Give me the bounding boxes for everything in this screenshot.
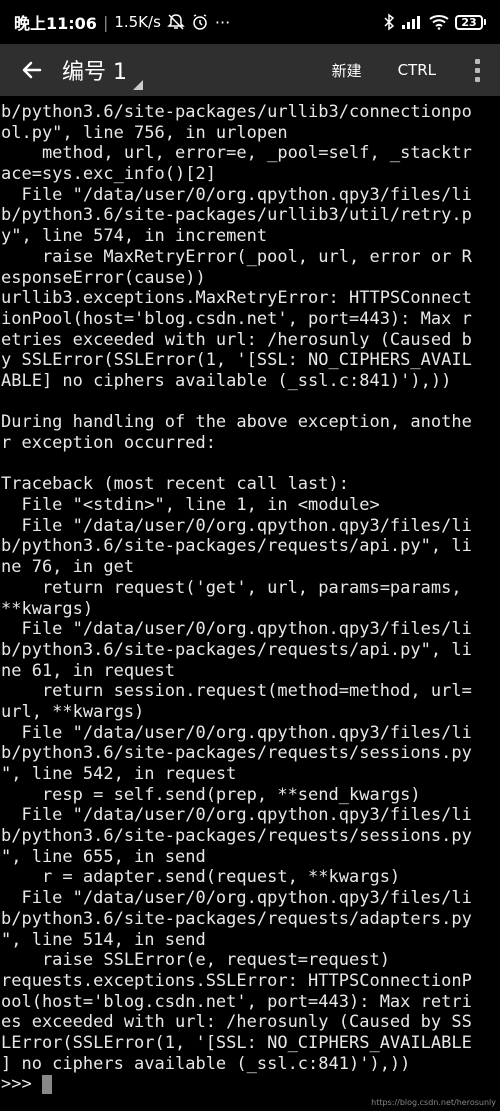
terminal-line: urllib3.exceptions.MaxRetryError: HTTPSC… (1, 288, 472, 309)
terminal-line: return session.request(method=method, ur… (1, 681, 472, 702)
more-notifications-icon: ··· (214, 12, 231, 32)
terminal-line: b/python3.6/site-packages/requests/api.p… (1, 536, 472, 557)
terminal-line: method, url, error=e, _pool=self, _stack… (1, 143, 472, 164)
terminal-line: b/python3.6/site-packages/requests/adapt… (1, 908, 472, 929)
terminal-line: url, **kwargs) (1, 701, 145, 722)
network-speed: 1.5K/s (114, 13, 161, 31)
toolbar-actions: 新建 CTRL (314, 44, 500, 96)
bluetooth-icon (383, 13, 395, 31)
terminal-line: File "/data/user/0/org.qpython.qpy3/file… (1, 184, 472, 205)
terminal-line: ", line 655, in send (1, 846, 206, 867)
status-bar: 晚上11:06 | 1.5K/s ··· 23 (0, 0, 500, 44)
ctrl-button[interactable]: CTRL (380, 44, 454, 96)
terminal-prompt-line[interactable]: >>> (1, 1074, 500, 1095)
terminal-line: b/python3.6/site-packages/urllib3/util/r… (1, 205, 472, 226)
alarm-icon (191, 13, 209, 31)
terminal-line: ", line 514, in send (1, 929, 206, 950)
arrow-left-icon (22, 61, 42, 79)
terminal-line: resp = self.send(prep, **send_kwargs) (1, 784, 421, 805)
terminal-line: File "<stdin>", line 1, in <module> (1, 495, 380, 516)
terminal-line: ace=sys.exc_info()[2] (1, 164, 216, 185)
terminal-line: ", line 542, in request (1, 764, 237, 784)
back-button[interactable] (6, 44, 58, 96)
status-bar-right: 23 (383, 13, 486, 31)
session-title-label: 编号 1 (62, 60, 127, 85)
terminal-line: requests.exceptions.SSLError: HTTPSConne… (1, 970, 472, 991)
terminal-line: File "/data/user/0/org.qpython.qpy3/file… (1, 888, 472, 909)
terminal-line: ionPool(host='blog.csdn.net', port=443):… (1, 308, 472, 329)
terminal-line: File "/data/user/0/org.qpython.qpy3/file… (1, 722, 472, 743)
terminal-line: File "/data/user/0/org.qpython.qpy3/file… (1, 515, 472, 536)
terminal-line: r exception occurred: (1, 433, 216, 453)
terminal-line: File "/data/user/0/org.qpython.qpy3/file… (1, 619, 472, 640)
terminal-line: return request('get', url, params=params… (1, 577, 462, 598)
terminal-line: ] no ciphers available (_ssl.c:841)'),)) (1, 1053, 411, 1074)
wifi-icon (429, 14, 449, 30)
terminal-line: raise MaxRetryError(_pool, url, error or… (1, 246, 472, 267)
mute-icon (167, 13, 185, 31)
terminal-line: raise SSLError(e, request=request) (1, 950, 390, 971)
clock: 晚上11:06 (14, 14, 97, 33)
status-bar-left: 晚上11:06 | 1.5K/s ··· (14, 10, 230, 34)
overflow-menu-button[interactable] (454, 44, 500, 96)
terminal-line: y SSLError(SSLError(1, '[SSL: NO_CIPHERS… (1, 350, 472, 371)
terminal-line: File "/data/user/0/org.qpython.qpy3/file… (1, 805, 472, 826)
terminal-line: ne 61, in request (1, 660, 175, 681)
battery-icon: 23 (455, 14, 486, 30)
dropdown-corner-icon (133, 80, 143, 90)
terminal-line: Traceback (most recent call last): (1, 474, 349, 495)
terminal-line: b/python3.6/site-packages/requests/sessi… (1, 826, 472, 847)
terminal-line: b/python3.6/site-packages/urllib3/connec… (1, 102, 472, 122)
terminal-line: b/python3.6/site-packages/requests/sessi… (1, 743, 472, 764)
battery-level: 23 (455, 14, 483, 30)
terminal-prompt: >>> (1, 1074, 42, 1095)
terminal-line: es exceeded with url: /herosunly (Caused… (1, 1012, 472, 1033)
more-vert-icon (474, 58, 480, 82)
terminal-line: b/python3.6/site-packages/requests/api.p… (1, 639, 472, 660)
terminal-line: ABLE] no ciphers available (_ssl.c:841)'… (1, 370, 452, 391)
watermark: https://blog.csdn.net/herosunly (371, 1098, 496, 1107)
terminal-line: y", line 574, in increment (1, 226, 268, 247)
terminal-line: ol.py", line 756, in urlopen (1, 122, 288, 143)
terminal-output[interactable]: b/python3.6/site-packages/urllib3/connec… (0, 102, 500, 1111)
terminal-line: ool(host='blog.csdn.net', port=443): Max… (1, 991, 472, 1012)
app-toolbar: 编号 1 新建 CTRL (0, 44, 500, 96)
terminal-line: esponseError(cause)) (1, 267, 206, 288)
session-title[interactable]: 编号 1 (62, 54, 143, 90)
text-cursor (41, 1075, 52, 1095)
terminal-line: LError(SSLError(1, '[SSL: NO_CIPHERS_AVA… (1, 1032, 472, 1053)
terminal-line: etries exceeded with url: /herosunly (Ca… (1, 329, 472, 350)
terminal-line: ne 76, in get (1, 557, 135, 578)
terminal-lines: b/python3.6/site-packages/urllib3/connec… (1, 102, 500, 1074)
terminal-line: **kwargs) (1, 598, 94, 619)
terminal-line: r = adapter.send(request, **kwargs) (1, 867, 401, 888)
terminal-line: During handling of the above exception, … (1, 412, 472, 433)
signal-icon (401, 14, 423, 30)
new-session-button[interactable]: 新建 (314, 44, 380, 96)
